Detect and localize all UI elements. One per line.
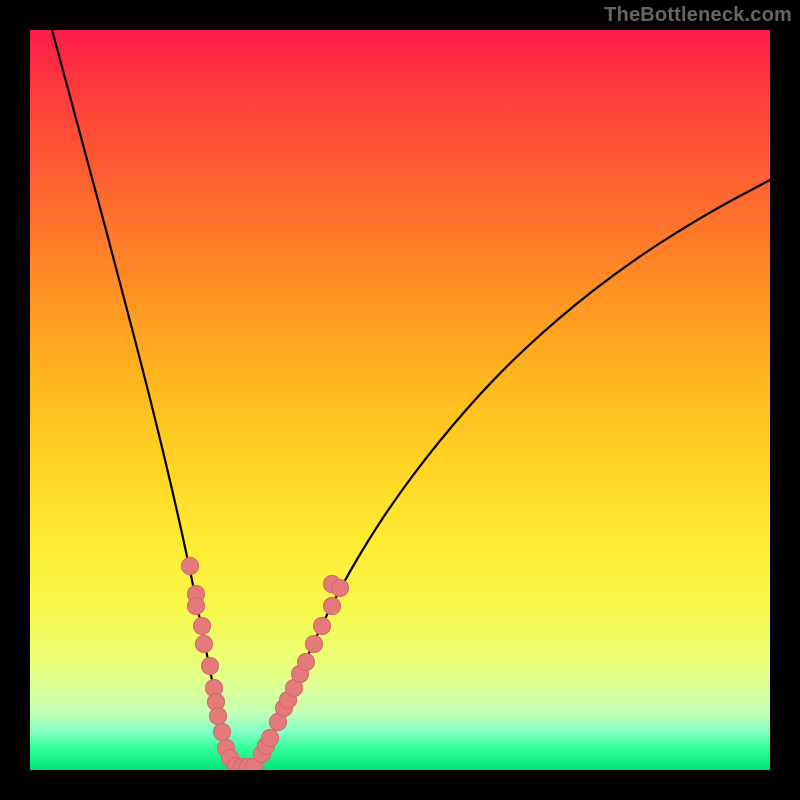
data-point-left bbox=[193, 617, 211, 635]
data-point-left bbox=[201, 657, 219, 675]
data-point-left bbox=[209, 707, 227, 725]
data-point-left bbox=[187, 597, 205, 615]
data-point-right bbox=[323, 597, 341, 615]
data-point-right bbox=[297, 653, 315, 671]
watermark-text: TheBottleneck.com bbox=[604, 4, 792, 27]
data-point-right bbox=[331, 579, 349, 597]
bottleneck-curve bbox=[30, 30, 770, 770]
data-point-right bbox=[305, 635, 323, 653]
curve-right-branch bbox=[242, 180, 770, 768]
plot-area bbox=[30, 30, 770, 770]
data-point-right bbox=[261, 729, 279, 747]
data-point-left bbox=[181, 557, 199, 575]
data-point-left bbox=[213, 723, 231, 741]
chart-frame: TheBottleneck.com bbox=[0, 0, 800, 800]
data-point-left bbox=[195, 635, 213, 653]
data-point-right bbox=[313, 617, 331, 635]
